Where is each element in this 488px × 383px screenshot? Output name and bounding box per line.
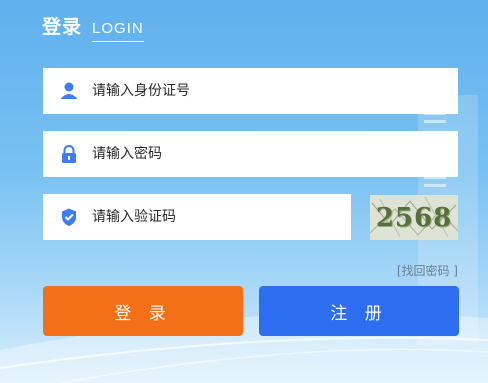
- forgot-password-link[interactable]: [找回密码 ]: [397, 262, 458, 279]
- register-button[interactable]: 注 册: [259, 286, 459, 336]
- login-title: 登录: [42, 16, 83, 38]
- shield-check-icon: [59, 207, 79, 227]
- login-button[interactable]: 登 录: [43, 286, 243, 336]
- id-number-input[interactable]: [92, 83, 458, 99]
- user-icon: [59, 81, 79, 101]
- login-header: 登录 LOGIN: [42, 12, 144, 42]
- verification-code-input[interactable]: [92, 209, 351, 225]
- password-input[interactable]: [92, 146, 458, 162]
- id-number-field[interactable]: [43, 68, 458, 114]
- login-title-en: LOGIN: [92, 20, 144, 42]
- captcha-text: 2568: [375, 202, 453, 233]
- captcha-image[interactable]: 2568: [370, 195, 458, 240]
- lock-icon: [59, 144, 79, 164]
- password-field[interactable]: [43, 131, 458, 177]
- verification-code-field[interactable]: [43, 194, 351, 240]
